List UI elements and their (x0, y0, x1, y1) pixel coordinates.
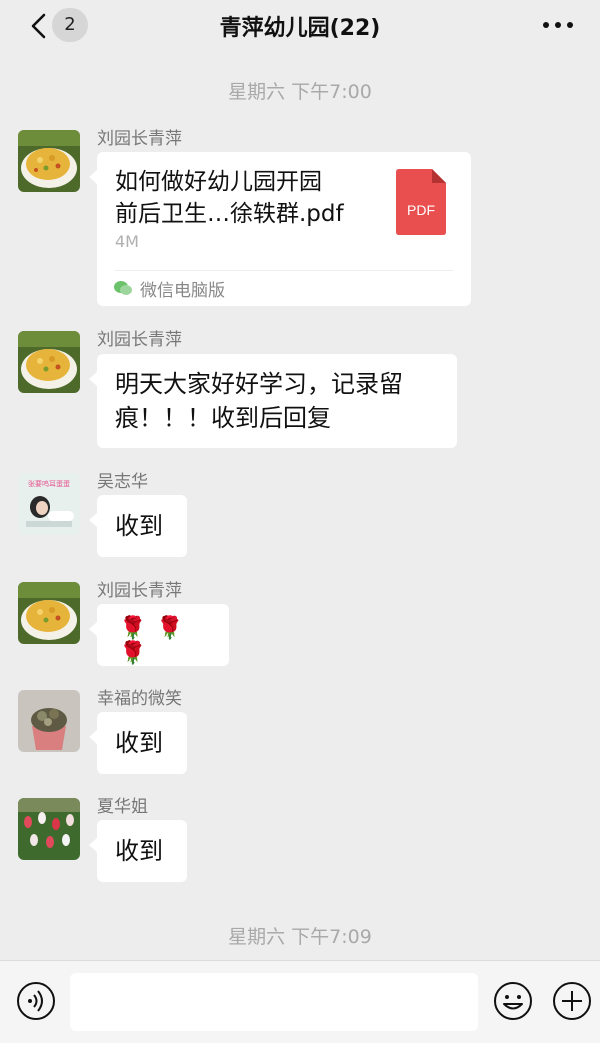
avatar[interactable] (18, 690, 80, 752)
pineapple-rice-avatar-icon (18, 130, 80, 192)
more-functions-button[interactable] (552, 981, 592, 1021)
divider (115, 270, 453, 271)
emoji-bubble[interactable]: 🌹🌹🌹 (89, 604, 229, 666)
sender-name: 吴志华 (97, 472, 148, 492)
more-button[interactable] (538, 12, 578, 38)
pdf-badge-text: PDF (407, 202, 435, 218)
message-line: 明天大家好好学习，记录留 (115, 370, 403, 398)
message-text-content: 收到 (115, 837, 163, 865)
voice-button[interactable] (16, 981, 56, 1021)
top-bar: 2 青萍幼儿园(22) (0, 0, 600, 52)
emoji-button[interactable] (493, 981, 533, 1021)
text-bubble[interactable]: 收到 (89, 712, 187, 774)
girl-photo-avatar-icon: 张要呜耳蛋蛋 (18, 473, 80, 535)
avatar[interactable] (18, 798, 80, 860)
file-bubble[interactable]: 如何做好幼儿园开园 前后卫生…徐轶群.pdf 4M PDF 微信电脑版 (89, 152, 471, 306)
avatar[interactable]: 张要呜耳蛋蛋 (18, 473, 80, 535)
avatar[interactable] (18, 582, 80, 644)
succulent-pot-avatar-icon (18, 690, 80, 752)
input-bar (0, 960, 600, 1043)
chat-area[interactable]: 星期六 下午7:00 刘园长青萍 如何做好幼儿园开园 前后卫生…徐轶群.pdf … (0, 52, 600, 960)
message-line: 痕！！！收到后回复 (115, 404, 331, 432)
text-bubble[interactable]: 收到 (89, 820, 187, 882)
message-text-content: 收到 (115, 512, 163, 540)
sender-name: 幸福的微笑 (97, 689, 182, 709)
pineapple-rice-avatar-icon (18, 582, 80, 644)
more-dots-icon (543, 22, 573, 28)
avatar-caption: 张要呜耳蛋蛋 (28, 479, 70, 488)
sender-name: 刘园长青萍 (97, 581, 182, 601)
text-bubble[interactable]: 明天大家好好学习，记录留 痕！！！收到后回复 (89, 354, 457, 448)
avatar[interactable] (18, 130, 80, 192)
plus-icon (553, 982, 591, 1020)
pineapple-rice-avatar-icon (18, 331, 80, 393)
file-name: 如何做好幼儿园开园 前后卫生…徐轶群.pdf (115, 166, 375, 230)
voice-icon (17, 982, 55, 1020)
wechat-icon (114, 281, 132, 295)
source-label: 微信电脑版 (140, 281, 225, 301)
timestamp: 星期六 下午7:09 (228, 926, 372, 948)
file-name-line: 如何做好幼儿园开园 (115, 169, 322, 195)
message-text-content: 收到 (115, 729, 163, 757)
file-name-line: 前后卫生…徐轶群.pdf (115, 201, 344, 227)
tulips-avatar-icon (18, 798, 80, 860)
pdf-file-icon: PDF (396, 169, 446, 235)
chat-title: 青萍幼儿园(22) (219, 16, 381, 41)
sender-name: 刘园长青萍 (97, 330, 182, 350)
file-size: 4M (115, 232, 139, 251)
rose-emoji: 🌹🌹🌹 (119, 616, 194, 666)
message-text-content: 明天大家好好学习，记录留 痕！！！收到后回复 (115, 367, 403, 435)
emoji-icon (494, 982, 532, 1020)
sender-name: 夏华姐 (97, 797, 148, 817)
timestamp: 星期六 下午7:00 (228, 81, 372, 103)
text-bubble[interactable]: 收到 (89, 495, 187, 557)
sender-name: 刘园长青萍 (97, 129, 182, 149)
message-input[interactable] (70, 973, 478, 1031)
avatar[interactable] (18, 331, 80, 393)
